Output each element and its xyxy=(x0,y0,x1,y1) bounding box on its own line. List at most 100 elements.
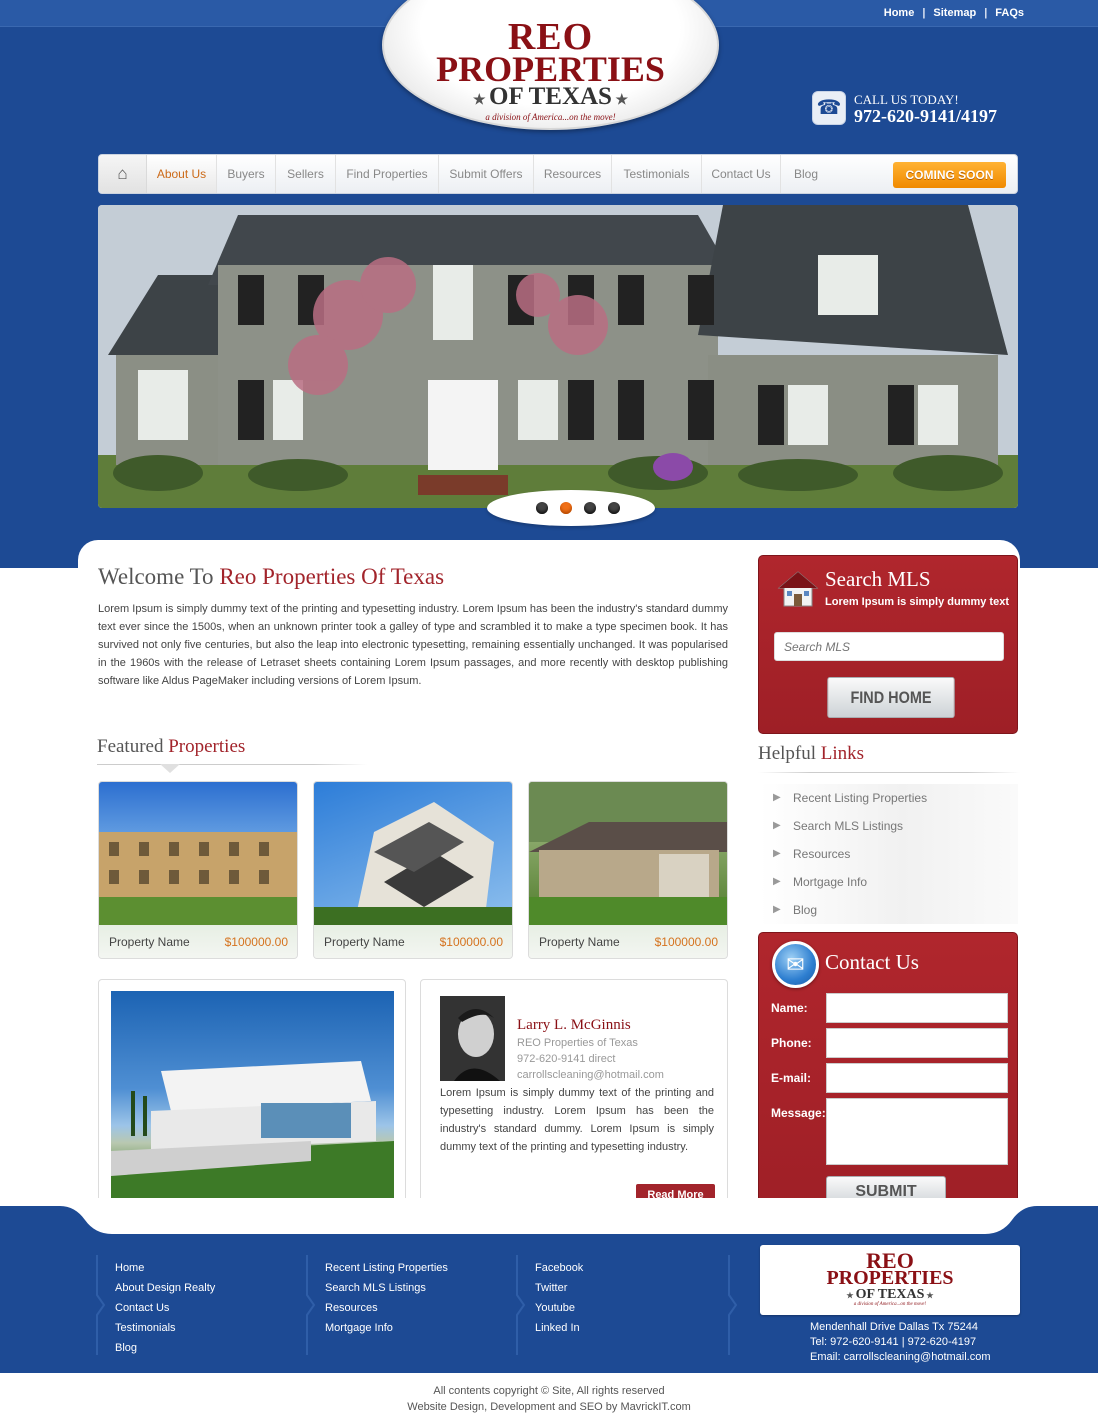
property-name: Property Name xyxy=(539,935,620,949)
top-link-faqs[interactable]: FAQs xyxy=(995,7,1024,19)
top-link-home[interactable]: Home xyxy=(884,7,915,19)
property-card[interactable]: Property Name $100000.00 xyxy=(528,781,728,959)
footer-link[interactable]: Mortgage Info xyxy=(325,1318,448,1338)
footer-link[interactable]: Home xyxy=(115,1258,215,1278)
footer-logo-tagline: a division of America...on the move! xyxy=(853,1302,927,1307)
footer-col-2: Recent Listing Properties Search MLS Lis… xyxy=(325,1258,448,1338)
message-field[interactable] xyxy=(826,1098,1008,1165)
slider-dot-2[interactable] xyxy=(560,502,572,514)
helpful-link[interactable]: ▶ Resources xyxy=(760,840,1018,868)
email-field[interactable] xyxy=(826,1063,1008,1093)
agent-email[interactable]: carrollscleaning@hotmail.com xyxy=(517,1069,664,1081)
agent-phone: 972-620-9141 direct xyxy=(517,1053,616,1065)
nav-buyers[interactable]: Buyers xyxy=(217,155,276,193)
property-caption: Property Name $100000.00 xyxy=(99,925,297,958)
agent-company: REO Properties of Texas xyxy=(517,1037,638,1049)
name-field[interactable] xyxy=(826,993,1008,1023)
copyright-line-2[interactable]: Website Design, Development and SEO by M… xyxy=(0,1399,1098,1415)
property-caption: Property Name $100000.00 xyxy=(529,925,727,958)
search-mls-title: Search MLS xyxy=(825,567,931,591)
footer-link[interactable]: Contact Us xyxy=(115,1298,215,1318)
property-card[interactable]: Property Name $100000.00 xyxy=(98,781,298,959)
call-number[interactable]: 972-620-9141/4197 xyxy=(854,106,997,127)
house-illustration xyxy=(98,205,1018,508)
feature-image-box xyxy=(98,979,406,1219)
logo-tagline: a division of America...on the move! xyxy=(485,112,616,122)
footer-link[interactable]: Recent Listing Properties xyxy=(325,1258,448,1278)
footer-link[interactable]: Twitter xyxy=(535,1278,583,1298)
logo-line3: ★ OF TEXAS ★ xyxy=(472,83,629,110)
footer-link[interactable]: Search MLS Listings xyxy=(325,1278,448,1298)
divider xyxy=(758,772,1020,773)
footer-divider xyxy=(306,1255,316,1355)
helpful-link[interactable]: ▶ Mortgage Info xyxy=(760,868,1018,896)
copyright-line-1: All contents copyright © Site, All right… xyxy=(433,1385,665,1397)
footer-link[interactable]: Youtube xyxy=(535,1298,583,1318)
footer-link[interactable]: Facebook xyxy=(535,1258,583,1278)
phone-icon: ☎ xyxy=(812,91,846,125)
footer-address-block: Mendenhall Drive Dallas Tx 75244 Tel: 97… xyxy=(810,1320,991,1365)
nav-find-properties[interactable]: Find Properties xyxy=(336,155,439,193)
property-caption: Property Name $100000.00 xyxy=(314,925,512,958)
slider-dot-3[interactable] xyxy=(584,502,596,514)
nav-about-us[interactable]: About Us xyxy=(147,155,217,193)
slider-dot-1[interactable] xyxy=(536,502,548,514)
footer-logo[interactable]: REO PROPERTIES ★ OF TEXAS ★ a division o… xyxy=(760,1245,1020,1315)
nav-submit-offers[interactable]: Submit Offers xyxy=(439,155,534,193)
footer-email[interactable]: Email: carrollscleaning@hotmail.com xyxy=(810,1350,991,1365)
helpful-link[interactable]: ▶ Recent Listing Properties xyxy=(760,784,1018,812)
property-name: Property Name xyxy=(109,935,190,949)
house-icon xyxy=(777,571,819,607)
search-mls-subtitle: Lorem Ipsum is simply dummy text xyxy=(825,596,1009,608)
email-label: E-mail: xyxy=(771,1071,812,1085)
separator: | xyxy=(984,7,988,19)
ranch-house-illustration xyxy=(529,782,727,925)
nav-testimonials[interactable]: Testimonials xyxy=(612,155,702,193)
footer-divider xyxy=(96,1255,106,1355)
coming-soon-badge[interactable]: COMING SOON xyxy=(893,162,1006,188)
modern-house-image xyxy=(111,991,394,1208)
divider xyxy=(97,764,367,765)
property-name: Property Name xyxy=(324,935,405,949)
phone-field[interactable] xyxy=(826,1028,1008,1058)
footer-link[interactable]: Resources xyxy=(325,1298,448,1318)
message-label: Message: xyxy=(771,1106,826,1120)
featured-title: Featured Properties xyxy=(97,736,246,757)
nav-resources[interactable]: Resources xyxy=(534,155,612,193)
nav-contact-us[interactable]: Contact Us xyxy=(702,155,781,193)
arrow-icon: ▶ xyxy=(773,876,781,887)
welcome-title: Welcome To Reo Properties Of Texas xyxy=(98,564,445,589)
agent-photo xyxy=(440,996,505,1081)
property-image xyxy=(99,782,297,925)
footer-link[interactable]: Blog xyxy=(115,1338,215,1358)
search-mls-input[interactable] xyxy=(774,632,1004,661)
arrow-icon: ▶ xyxy=(773,792,781,803)
welcome-body: Lorem Ipsum is simply dummy text of the … xyxy=(98,603,728,687)
search-mls-box: Search MLS Lorem Ipsum is simply dummy t… xyxy=(758,555,1018,734)
footer-link[interactable]: Linked In xyxy=(535,1318,583,1338)
property-card[interactable]: Property Name $100000.00 xyxy=(313,781,513,959)
footer-col-3: Facebook Twitter Youtube Linked In xyxy=(535,1258,583,1338)
footer-link[interactable]: About Design Realty xyxy=(115,1278,215,1298)
top-links: Home | Sitemap | FAQs xyxy=(884,7,1024,19)
name-label: Name: xyxy=(771,1001,808,1015)
helpful-link[interactable]: ▶ Blog xyxy=(760,896,1018,924)
footer-link[interactable]: Testimonials xyxy=(115,1318,215,1338)
slider-dot-4[interactable] xyxy=(608,502,620,514)
separator: | xyxy=(922,7,926,19)
home-icon[interactable]: ⌂ xyxy=(99,155,147,193)
agent-body: Lorem Ipsum is simply dummy text of the … xyxy=(440,1087,714,1153)
top-link-sitemap[interactable]: Sitemap xyxy=(933,7,976,19)
footer-divider xyxy=(728,1255,738,1355)
footer-address: Mendenhall Drive Dallas Tx 75244 xyxy=(810,1321,978,1333)
find-home-button[interactable]: FIND HOME xyxy=(827,677,955,718)
footer-logo-line3: ★ OF TEXAS ★ xyxy=(846,1287,934,1302)
footer-divider xyxy=(516,1255,526,1355)
envelope-icon: ✉ xyxy=(772,941,819,988)
nav-sellers[interactable]: Sellers xyxy=(276,155,336,193)
contact-title: Contact Us xyxy=(825,950,919,974)
nav-blog[interactable]: Blog xyxy=(781,155,831,193)
logo[interactable]: REO PROPERTIES ★ OF TEXAS ★ a division o… xyxy=(382,0,719,130)
helpful-link[interactable]: ▶ Search MLS Listings xyxy=(760,812,1018,840)
townhouse-illustration xyxy=(99,832,297,925)
